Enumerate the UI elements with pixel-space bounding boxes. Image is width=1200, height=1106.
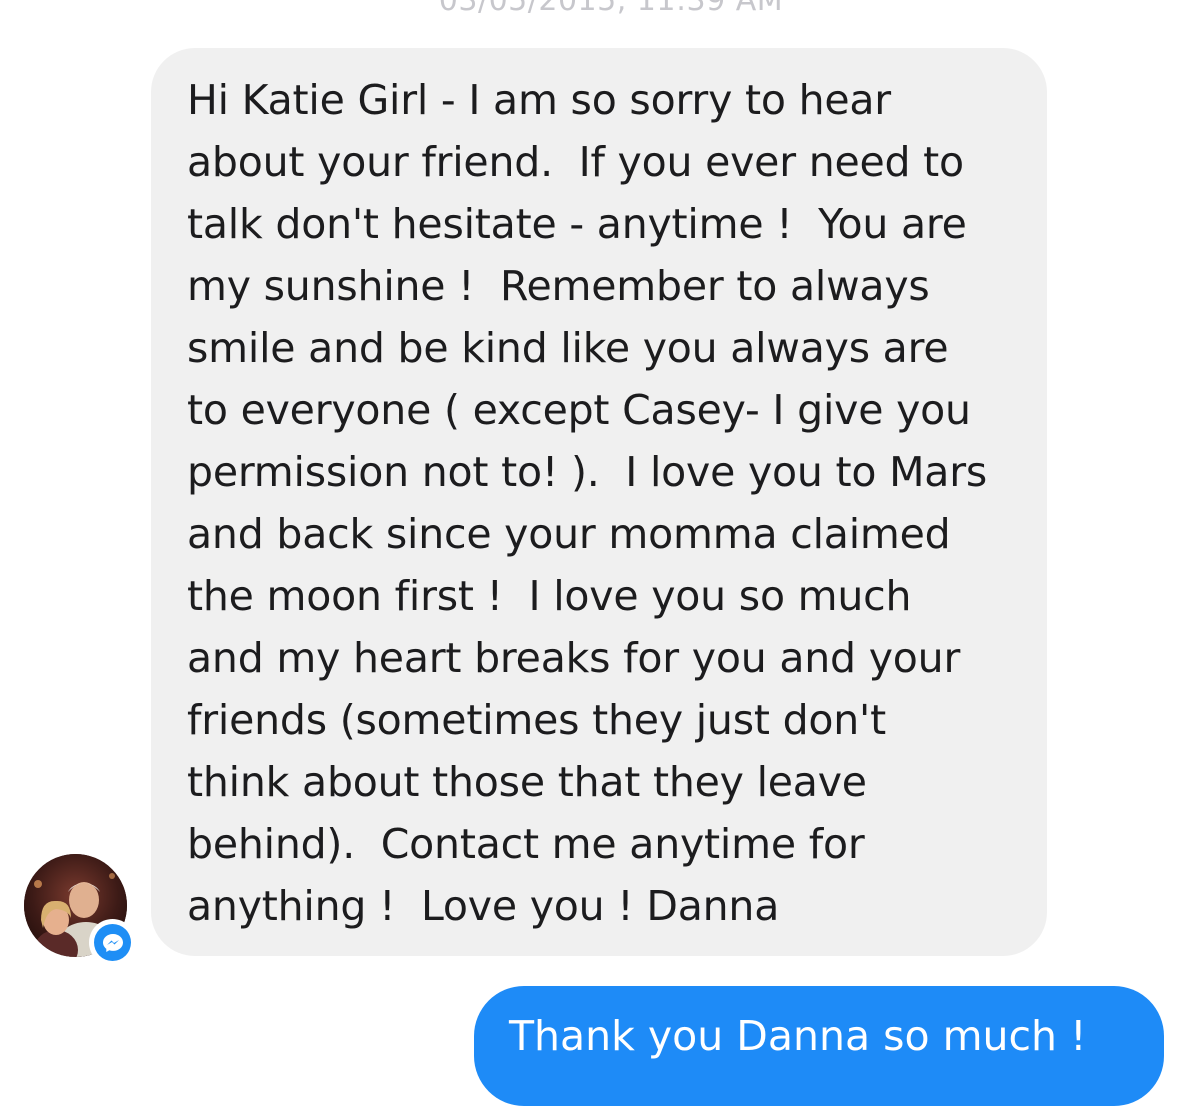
message-line: and back since your momma claimed xyxy=(187,510,951,558)
message-line: anything ! Love you ! Danna xyxy=(187,882,780,930)
message-line: and my heart breaks for you and your xyxy=(187,634,961,682)
message-line: friends (sometimes they just don't xyxy=(187,696,887,744)
message-line: the moon first ! I love you so much xyxy=(187,572,912,620)
message-line: to everyone ( except Casey- I give you xyxy=(187,386,971,434)
messenger-badge xyxy=(89,919,136,966)
incoming-message-bubble[interactable]: Hi Katie Girl - I am so sorry to hear ab… xyxy=(151,48,1047,956)
message-line: smile and be kind like you always are xyxy=(187,324,949,372)
message-line: behind). Contact me anytime for xyxy=(187,820,865,868)
message-line: my sunshine ! Remember to always xyxy=(187,262,930,310)
outgoing-message-bubble[interactable]: Thank you Danna so much ! xyxy=(474,986,1164,1106)
outgoing-message-text: Thank you Danna so much ! xyxy=(509,1012,1087,1060)
message-line: about your friend. If you ever need to xyxy=(187,138,964,186)
message-line: think about those that they leave xyxy=(187,758,867,806)
timestamp: 03/05/2015, 11:39 AM xyxy=(438,0,784,18)
message-line: Hi Katie Girl - I am so sorry to hear xyxy=(187,76,891,124)
message-line: permission not to! ). I love you to Mars xyxy=(187,448,988,496)
messenger-icon xyxy=(103,934,123,952)
message-line: talk don't hesitate - anytime ! You are xyxy=(187,200,967,248)
incoming-message-text: Hi Katie Girl - I am so sorry to hear ab… xyxy=(187,69,1037,937)
